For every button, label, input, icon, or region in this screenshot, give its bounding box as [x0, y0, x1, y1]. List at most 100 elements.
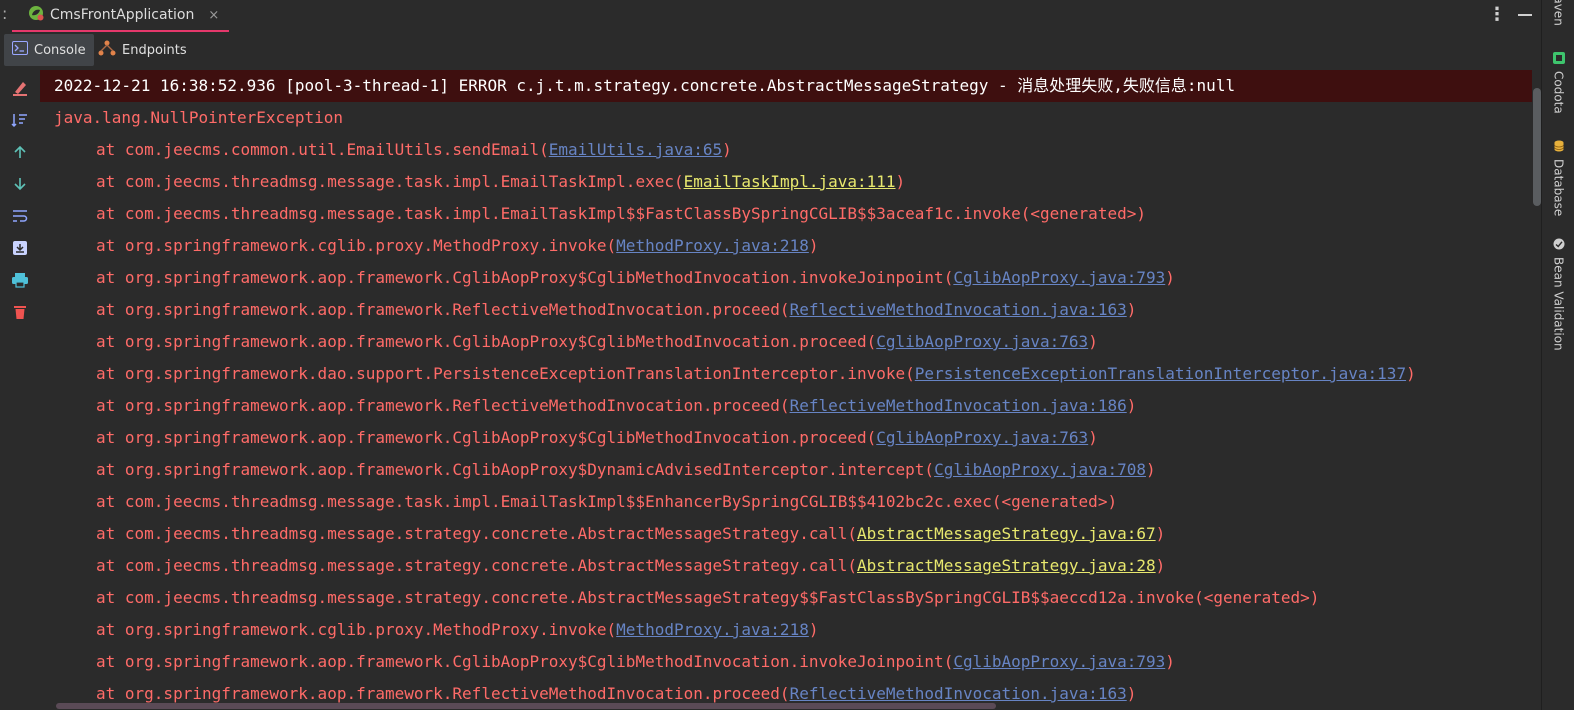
- horizontal-scrollbar[interactable]: [56, 703, 996, 709]
- source-link[interactable]: AbstractMessageStrategy.java:28: [857, 556, 1156, 575]
- more-options-icon[interactable]: ⋮: [1488, 6, 1506, 24]
- stack-frame-suffix: ): [1088, 428, 1098, 447]
- source-link[interactable]: MethodProxy.java:218: [616, 620, 809, 639]
- spring-boot-icon: [28, 5, 44, 25]
- stack-frame-text: at org.springframework.aop.framework.Cgl…: [96, 460, 935, 479]
- stack-frame-text: at com.jeecms.threadmsg.message.task.imp…: [96, 204, 1146, 223]
- stack-frame-line: at com.jeecms.threadmsg.message.strategy…: [40, 550, 1165, 582]
- stack-frame-line: at org.springframework.aop.framework.Cgl…: [40, 454, 1156, 486]
- console-subtab-bar: Console Endpoints: [0, 32, 1540, 68]
- stack-frame-line: at org.springframework.aop.framework.Cgl…: [40, 646, 1175, 678]
- tab-console[interactable]: Console: [4, 34, 94, 66]
- database-icon: [1553, 140, 1565, 155]
- sort-icon[interactable]: [10, 110, 30, 130]
- source-link[interactable]: MethodProxy.java:218: [616, 236, 809, 255]
- source-link[interactable]: PersistenceExceptionTranslationIntercept…: [915, 364, 1406, 383]
- stack-frame-text: at org.springframework.aop.framework.Cgl…: [96, 268, 954, 287]
- vertical-scrollbar[interactable]: [1533, 88, 1541, 206]
- source-link[interactable]: CglibAopProxy.java:763: [876, 332, 1088, 351]
- stack-frame-suffix: ): [808, 236, 819, 255]
- stack-frame-suffix: ): [808, 620, 819, 639]
- tool-window-database[interactable]: Database: [1542, 140, 1574, 216]
- stack-frame-text: at com.jeecms.threadmsg.message.strategy…: [96, 556, 857, 575]
- close-icon[interactable]: ×: [208, 8, 219, 23]
- log-error-header: 2022-12-21 16:38:52.936 [pool-3-thread-1…: [40, 70, 1532, 102]
- stack-frame-line: at org.springframework.dao.support.Persi…: [40, 358, 1416, 390]
- source-link[interactable]: ReflectiveMethodInvocation.java:186: [790, 396, 1127, 415]
- stack-frame-text: at org.springframework.dao.support.Persi…: [96, 364, 915, 383]
- stack-frame-text: at org.springframework.aop.framework.Ref…: [96, 300, 790, 319]
- console-output[interactable]: 2022-12-21 16:38:52.936 [pool-3-thread-1…: [40, 68, 1534, 710]
- source-link[interactable]: ReflectiveMethodInvocation.java:163: [790, 300, 1127, 319]
- minimize-icon[interactable]: [1518, 14, 1532, 16]
- stack-frame-suffix: ): [1155, 524, 1166, 543]
- stack-frame-text: at com.jeecms.common.util.EmailUtils.sen…: [96, 140, 549, 159]
- source-link[interactable]: EmailUtils.java:65: [549, 140, 722, 159]
- stack-frame-text: at org.springframework.cglib.proxy.Metho…: [96, 620, 617, 639]
- down-arrow-icon[interactable]: [10, 174, 30, 194]
- stack-frame-line: at org.springframework.aop.framework.Cgl…: [40, 262, 1175, 294]
- stack-frame-line: at org.springframework.aop.framework.Ref…: [40, 390, 1136, 422]
- source-link[interactable]: AbstractMessageStrategy.java:67: [857, 524, 1156, 543]
- console-left-toolbar: [0, 70, 40, 710]
- stack-frame-suffix: ): [1126, 684, 1137, 703]
- stack-frame-text: at org.springframework.cglib.proxy.Metho…: [96, 236, 617, 255]
- stack-frame-line: at com.jeecms.threadmsg.message.task.imp…: [40, 166, 905, 198]
- run-tab-bar: : CmsFrontApplication × ⋮: [0, 0, 1540, 32]
- stack-frame-text: at org.springframework.aop.framework.Cgl…: [96, 332, 877, 351]
- source-link[interactable]: CglibAopProxy.java:708: [934, 460, 1146, 479]
- clear-highlight-icon[interactable]: [10, 78, 30, 98]
- stack-frame-line: at com.jeecms.threadmsg.message.task.imp…: [40, 486, 1117, 518]
- trash-icon[interactable]: [10, 302, 30, 322]
- stack-frame-suffix: ): [1155, 556, 1166, 575]
- run-tool-window: : CmsFrontApplication × ⋮ Console Endpoi…: [0, 0, 1574, 710]
- stack-frame-suffix: ): [1165, 268, 1175, 287]
- source-link[interactable]: CglibAopProxy.java:793: [953, 652, 1165, 671]
- source-link[interactable]: EmailTaskImpl.java:111: [684, 172, 896, 191]
- source-link[interactable]: ReflectiveMethodInvocation.java:163: [790, 684, 1127, 703]
- stack-frame-suffix: ): [1126, 300, 1137, 319]
- bean-validation-label: Bean Validation: [1551, 257, 1566, 351]
- codota-label: Codota: [1551, 71, 1566, 114]
- stack-frame-line: at org.springframework.cglib.proxy.Metho…: [40, 230, 818, 262]
- source-link[interactable]: CglibAopProxy.java:763: [876, 428, 1088, 447]
- stack-frame-suffix: ): [1406, 364, 1416, 383]
- stack-frame-line: at com.jeecms.threadmsg.message.strategy…: [40, 518, 1165, 550]
- tab-endpoints-label: Endpoints: [122, 42, 187, 58]
- tool-window-codota[interactable]: Codota: [1542, 52, 1574, 114]
- bean-validation-icon: [1553, 238, 1565, 253]
- tab-console-label: Console: [34, 42, 86, 58]
- stack-frame-text: at com.jeecms.threadmsg.message.task.imp…: [96, 492, 1118, 511]
- stack-frame-suffix: ): [1088, 332, 1098, 351]
- stack-frame-suffix: ): [1145, 460, 1156, 479]
- stack-frame-text: at org.springframework.aop.framework.Cgl…: [96, 652, 954, 671]
- stack-frame-suffix: ): [1165, 652, 1175, 671]
- soft-wrap-icon[interactable]: [10, 206, 30, 226]
- stack-frame-suffix: ): [722, 140, 732, 159]
- stack-frame-text: at com.jeecms.threadmsg.message.strategy…: [96, 524, 857, 543]
- up-arrow-icon[interactable]: [10, 142, 30, 162]
- stack-frame-text: at org.springframework.aop.framework.Ref…: [96, 396, 790, 415]
- stack-frame-text: at org.springframework.aop.framework.Cgl…: [96, 428, 877, 447]
- codota-icon: [1552, 52, 1565, 67]
- stack-frame-line: at org.springframework.aop.framework.Cgl…: [40, 422, 1098, 454]
- stack-frame-text: at com.jeecms.threadmsg.message.strategy…: [96, 588, 1320, 607]
- stack-frame-suffix: ): [895, 172, 906, 191]
- tab-endpoints[interactable]: Endpoints: [90, 34, 195, 66]
- tool-window-maven[interactable]: Maven: [1542, 0, 1574, 26]
- tool-window-bean-validation[interactable]: Bean Validation: [1542, 238, 1574, 351]
- source-link[interactable]: CglibAopProxy.java:793: [953, 268, 1165, 287]
- tab-strip-overflow-icon[interactable]: :: [2, 4, 7, 24]
- stack-frame-text: at com.jeecms.threadmsg.message.task.imp…: [96, 172, 684, 191]
- run-tab-label: CmsFrontApplication: [50, 7, 195, 23]
- database-label: Database: [1551, 159, 1566, 217]
- stack-frame-suffix: ): [1126, 396, 1137, 415]
- maven-label: Maven: [1551, 0, 1566, 26]
- run-tab-cmsfrontapplication[interactable]: CmsFrontApplication ×: [12, 0, 230, 32]
- print-icon[interactable]: [10, 270, 30, 290]
- stack-frame-line: at com.jeecms.common.util.EmailUtils.sen…: [40, 134, 732, 166]
- stack-frame-text: at org.springframework.aop.framework.Ref…: [96, 684, 790, 703]
- exception-name: java.lang.NullPointerException: [54, 108, 343, 127]
- stack-frame-line: at org.springframework.cglib.proxy.Metho…: [40, 614, 818, 646]
- scroll-to-end-icon[interactable]: [10, 238, 30, 258]
